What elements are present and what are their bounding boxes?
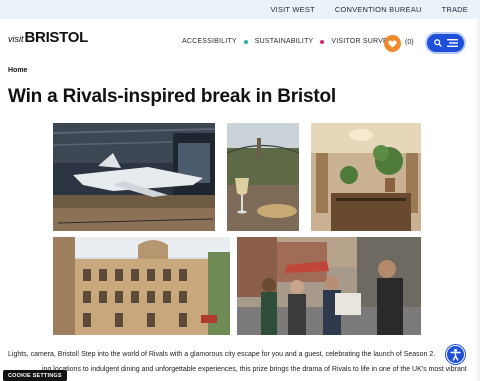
photo-concorde-hangar — [53, 123, 215, 231]
heart-icon — [388, 39, 397, 48]
menu-icon — [446, 39, 458, 47]
cookie-settings-button[interactable]: COOKIE SETTINGS — [3, 370, 67, 381]
photo-ornate-interior — [311, 123, 421, 231]
accessibility-icon — [450, 348, 461, 361]
nav-separator-dot — [320, 39, 325, 44]
intro-paragraph-line-2: ing locations to indulgent dining and un… — [8, 366, 467, 373]
favourites-count: (0) — [405, 39, 414, 46]
topbar-link-trade[interactable]: TRADE — [442, 5, 468, 14]
breadcrumb[interactable]: Home — [8, 67, 27, 74]
nav-item-accessibility[interactable]: ACCESSIBILITY — [182, 38, 237, 45]
topbar-link-convention-bureau[interactable]: CONVENTION BUREAU — [335, 5, 422, 14]
photo-bridge-wine — [227, 123, 299, 231]
topbar-link-visit-west[interactable]: VISIT WEST — [270, 5, 314, 14]
search-icon — [433, 39, 442, 47]
logo-visit-text: visit — [8, 34, 24, 44]
top-utility-bar: VISIT WEST CONVENTION BUREAU TRADE — [0, 0, 480, 19]
photo-historic-building — [53, 237, 230, 335]
visit-bristol-logo[interactable]: visit BRISTOL — [8, 29, 88, 46]
main-nav: ACCESSIBILITY SUSTAINABILITY VISITOR SUR… — [182, 38, 393, 45]
nav-separator-dot — [243, 39, 248, 44]
nav-item-sustainability[interactable]: SUSTAINABILITY — [255, 38, 314, 45]
favourites-button[interactable] — [384, 35, 401, 52]
logo-bristol-text: BRISTOL — [24, 29, 89, 46]
intro-paragraph-line-2-text: ing locations to indulgent dining and un… — [42, 366, 467, 373]
search-menu-button[interactable] — [427, 34, 464, 52]
intro-paragraph-line-1: Lights, camera, Bristol! Step into the w… — [8, 351, 436, 358]
accessibility-widget-button[interactable] — [447, 346, 464, 363]
page-title: Win a Rivals-inspired break in Bristol — [8, 86, 336, 107]
photo-street-map-people — [237, 237, 421, 335]
